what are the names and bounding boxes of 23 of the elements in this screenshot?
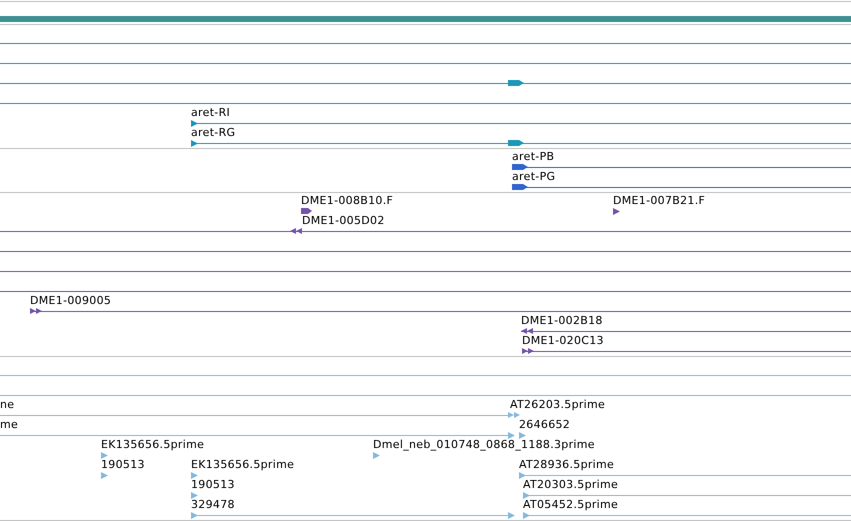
feature-label[interactable]: DME1-009005 — [30, 294, 112, 307]
feature-label[interactable]: aret-PG — [512, 170, 556, 183]
feature-label[interactable]: DME1-005D02 — [302, 214, 385, 227]
feature-label[interactable]: aret-PB — [512, 150, 554, 163]
feature-label[interactable]: EK135656.5prime — [191, 458, 294, 471]
feature-label[interactable]: aret-RI — [191, 106, 230, 119]
feature-label[interactable]: AT20303.5prime — [523, 478, 618, 491]
feature-label[interactable]: aret-RG — [191, 126, 236, 139]
feature-label[interactable]: AT26203.5prime — [510, 398, 606, 411]
feature-label[interactable]: 2646652 — [519, 418, 570, 431]
feature-label[interactable]: DME1-007B21.F — [613, 194, 706, 207]
feature-label[interactable]: 190513 — [191, 478, 235, 491]
feature-label[interactable]: Dmel_neb_010748_0868_1188.3prime — [373, 438, 595, 451]
feature-label[interactable]: DME1-020C13 — [522, 334, 604, 347]
feature-label[interactable]: AT05452.5prime — [523, 498, 618, 511]
feature-label[interactable]: EK135656.5prime — [101, 438, 204, 451]
feature-label[interactable]: AT28936.5prime — [519, 458, 614, 471]
feature-label[interactable]: DME1-008B10.F — [301, 194, 394, 207]
feature-label[interactable]: 190513 — [101, 458, 145, 471]
feature-label[interactable]: ne — [0, 398, 14, 411]
feature-label[interactable]: me — [0, 418, 18, 431]
feature-label[interactable]: 329478 — [191, 498, 235, 511]
feature-label[interactable]: DME1-002B18 — [521, 314, 603, 327]
